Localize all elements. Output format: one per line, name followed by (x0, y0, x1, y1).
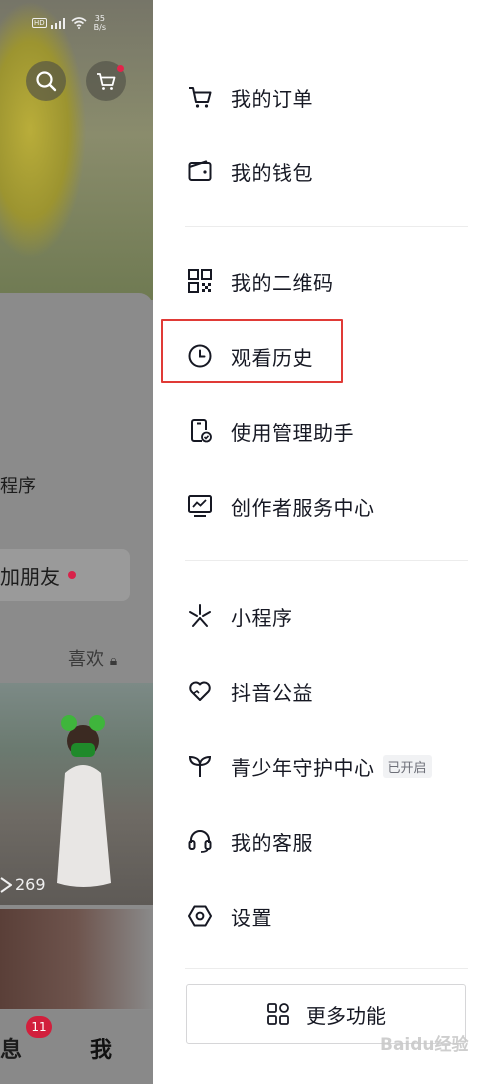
menu-item-label: 我的订单 (231, 86, 313, 111)
menu-item-label: 抖音公益 (231, 680, 313, 705)
menu-item-label: 我的钱包 (231, 160, 313, 185)
profile-background-page: HD 35 B/s 程序 加朋友 喜欢 🔒︎ 269 息 我 11 (0, 0, 153, 1084)
shop-cart-button[interactable] (86, 61, 126, 101)
divider (185, 560, 468, 561)
search-button[interactable] (26, 61, 66, 101)
nav-me-label: 我 (90, 1038, 113, 1063)
video-subject (55, 713, 115, 893)
menu-item-label: 使用管理助手 (231, 420, 354, 445)
qrcode-icon (187, 268, 213, 294)
lock-icon: 🔒︎ (109, 653, 118, 669)
tab-likes[interactable]: 喜欢 🔒︎ (68, 645, 117, 671)
menu-item-label: 青少年守护中心 (231, 755, 375, 780)
menu-item-label: 创作者服务中心 (231, 495, 375, 520)
network-speed: 35 B/s (94, 14, 106, 32)
more-features-label: 更多功能 (306, 1003, 386, 1028)
cart-icon (97, 73, 116, 90)
wallet-icon (187, 158, 213, 184)
menu-item-my-wallet[interactable]: 我的钱包 (187, 149, 313, 193)
menu-item-label: 我的客服 (231, 830, 313, 855)
notification-dot (117, 65, 124, 72)
tab-likes-label: 喜欢 (68, 649, 104, 670)
menu-item-label: 小程序 (231, 605, 293, 630)
profile-cover-image (0, 0, 153, 300)
add-friend-label: 加朋友 (0, 564, 60, 589)
bottom-nav: 息 我 (0, 1010, 153, 1084)
status-badge: 已开启 (382, 754, 432, 778)
side-drawer-menu: 我的订单 我的钱包 我的二维码 观看历史 使用管理助手 创作者服务中心 小程序 … (153, 0, 500, 1084)
status-bar: HD 35 B/s (32, 14, 106, 32)
heart-hands-icon (187, 678, 213, 704)
nav-message-label: 息 (0, 1038, 23, 1063)
menu-item-usage-manager[interactable]: 使用管理助手 (187, 409, 354, 453)
menu-item-my-orders[interactable]: 我的订单 (187, 75, 313, 119)
play-count: 269 (0, 875, 46, 894)
menu-item-creator-center[interactable]: 创作者服务中心 (187, 484, 375, 528)
menu-item-label: 设置 (231, 905, 272, 930)
chart-icon (187, 493, 213, 519)
play-icon (0, 876, 12, 893)
nav-me[interactable]: 我 (90, 1032, 112, 1064)
menu-item-my-qrcode[interactable]: 我的二维码 (187, 259, 334, 303)
annotation-highlight-box (161, 319, 343, 383)
mini-program-icon (187, 603, 213, 629)
search-icon (36, 71, 57, 92)
signal-icon (50, 17, 67, 29)
speed-unit: B/s (93, 23, 107, 32)
hd-indicator: HD (32, 18, 47, 28)
headset-icon (187, 828, 213, 854)
sprout-icon (187, 753, 213, 779)
nav-message[interactable]: 息 (0, 1032, 22, 1064)
menu-item-douyin-charity[interactable]: 抖音公益 (187, 669, 313, 713)
menu-item-mini-programs[interactable]: 小程序 (187, 594, 293, 638)
notification-dot (68, 571, 76, 579)
divider (185, 968, 468, 969)
watermark: Baidu经验 (380, 1035, 469, 1055)
video-thumbnail[interactable]: 269 (0, 683, 153, 905)
menu-item-youth-protection[interactable]: 青少年守护中心 已开启 (187, 744, 432, 788)
cart-icon (187, 84, 213, 110)
menu-item-label: 我的二维码 (231, 270, 334, 295)
apps-icon (266, 1002, 290, 1026)
video-thumbnail-2[interactable] (0, 909, 153, 1009)
menu-item-settings[interactable]: 设置 (187, 894, 272, 938)
divider (185, 226, 468, 227)
speed-value: 35 (94, 14, 105, 23)
play-count-value: 269 (15, 875, 46, 894)
hex-settings-icon (187, 903, 213, 929)
phone-check-icon (187, 418, 213, 444)
partial-text-1 (0, 323, 8, 353)
message-badge: 11 (26, 1016, 52, 1038)
add-friend-button[interactable]: 加朋友 (0, 549, 130, 601)
wifi-icon (71, 17, 87, 29)
partial-mini-program-text: 程序 (0, 476, 36, 497)
menu-item-customer-service[interactable]: 我的客服 (187, 819, 313, 863)
